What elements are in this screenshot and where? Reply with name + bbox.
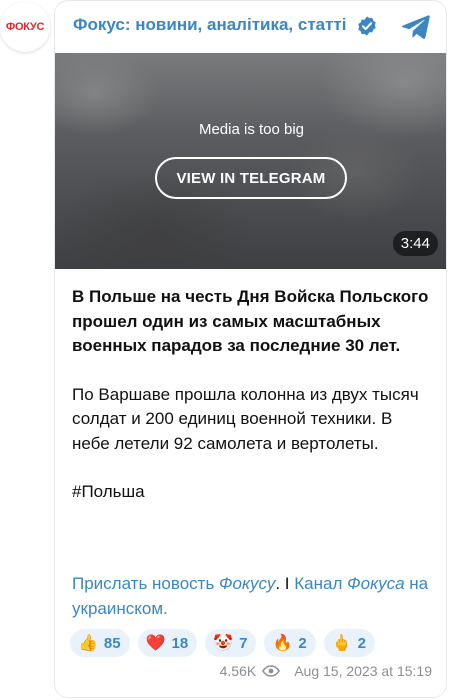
- telegram-icon[interactable]: [401, 13, 431, 41]
- media-preview[interactable]: Media is too big VIEW IN TELEGRAM 3:44: [55, 53, 446, 269]
- reaction-count: 7: [239, 634, 248, 652]
- message-lead: В Польше на честь Дня Войска Польского п…: [72, 287, 429, 355]
- view-in-telegram-button[interactable]: VIEW IN TELEGRAM: [155, 157, 347, 199]
- reaction-fire[interactable]: 🔥 2: [264, 629, 316, 657]
- eye-icon: [262, 665, 281, 677]
- heart-icon: ❤️: [145, 633, 166, 652]
- video-duration-badge: 3:44: [392, 231, 438, 256]
- page: ФОКУС Фокус: новини, аналітика, статті M…: [0, 0, 450, 700]
- reaction-count: 2: [357, 634, 367, 652]
- message-meta: 4.56K Aug 15, 2023 at 15:19: [220, 663, 432, 679]
- message-paragraph: По Варшаве прошла колонна из двух тысяч …: [72, 384, 419, 453]
- reaction-count: 18: [171, 634, 189, 652]
- send-news-link[interactable]: Прислать новость Фокусу: [72, 574, 275, 593]
- reaction-thumbs-up[interactable]: 👍 85: [70, 629, 130, 657]
- verified-badge-icon: [358, 16, 376, 36]
- view-count: 4.56K: [219, 663, 257, 679]
- hashtag: #Польша: [72, 482, 145, 501]
- reactions-bar: 👍 85 ❤️ 18 🤡 7 🔥 2 🖕 2: [70, 629, 376, 657]
- message-card: Фокус: новини, аналітика, статті Media i…: [54, 0, 447, 698]
- reaction-count: 85: [103, 634, 121, 652]
- reaction-count: 2: [298, 634, 307, 652]
- post-date-link[interactable]: Aug 15, 2023 at 15:19: [294, 663, 432, 679]
- fire-icon: 🔥: [272, 633, 293, 652]
- reaction-clown[interactable]: 🤡 7: [205, 629, 257, 657]
- thumbs-up-icon: 👍: [78, 633, 98, 652]
- channel-avatar[interactable]: ФОКУС: [0, 2, 50, 52]
- link-separator: . I: [275, 574, 295, 593]
- avatar-logo-text: ФОКУС: [5, 21, 45, 33]
- footer-links: Прислать новость Фокусу. I Канал Фокуса …: [72, 572, 432, 621]
- reaction-middle-finger[interactable]: 🖕 2: [323, 629, 376, 657]
- message-header: Фокус: новини, аналітика, статті: [55, 1, 446, 53]
- reaction-heart[interactable]: ❤️ 18: [137, 629, 198, 657]
- message-text: В Польше на честь Дня Войска Польского п…: [72, 285, 432, 505]
- clown-icon: 🤡: [213, 633, 234, 652]
- middle-finger-icon: 🖕: [331, 633, 352, 652]
- channel-title[interactable]: Фокус: новини, аналітика, статті: [73, 15, 347, 35]
- media-too-big-note: Media is too big: [198, 121, 305, 138]
